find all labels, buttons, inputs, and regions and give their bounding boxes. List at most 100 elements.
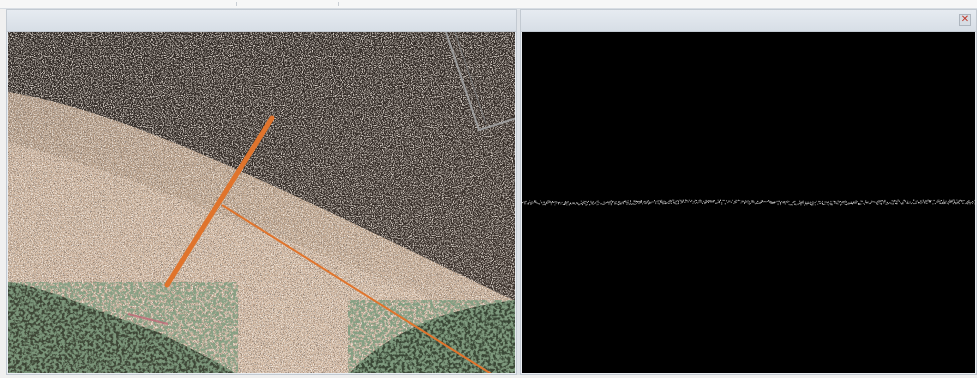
profile-point xyxy=(745,201,747,203)
profile-point xyxy=(924,202,925,204)
profile-point xyxy=(757,202,759,204)
profile-point xyxy=(954,199,955,201)
profile-point xyxy=(673,199,675,201)
profile-point xyxy=(576,202,577,204)
profile-point xyxy=(804,204,805,206)
profile-point xyxy=(685,199,687,201)
profile-point xyxy=(876,203,877,205)
profile-point xyxy=(751,201,753,203)
profile-point xyxy=(864,203,865,205)
profile-point xyxy=(633,200,635,202)
profile-point xyxy=(844,201,846,203)
profile-point xyxy=(970,202,972,203)
profile-point xyxy=(566,204,568,206)
profile-point xyxy=(603,203,605,205)
profile-point xyxy=(843,201,845,202)
profile-point xyxy=(783,201,785,203)
plan-view-canvas[interactable] xyxy=(8,32,515,373)
profile-point xyxy=(775,201,777,203)
profile-point xyxy=(567,201,569,203)
profile-point xyxy=(964,203,966,205)
profile-point xyxy=(568,204,570,206)
profile-point xyxy=(586,201,588,203)
profile-point xyxy=(802,200,804,202)
profile-point xyxy=(879,202,881,204)
profile-point xyxy=(694,202,696,204)
profile-point xyxy=(591,203,593,205)
profile-point xyxy=(705,201,707,203)
profile-point xyxy=(955,202,957,204)
profile-point xyxy=(612,201,613,203)
profile-point xyxy=(756,202,757,204)
profile-point xyxy=(844,200,846,202)
profile-point xyxy=(583,200,585,202)
profile-point xyxy=(584,201,586,203)
profile-point xyxy=(678,200,679,202)
profile-point xyxy=(531,202,533,204)
profile-point xyxy=(938,201,940,203)
profile-point xyxy=(589,204,591,205)
profile-point xyxy=(760,201,762,203)
plan-view-header[interactable] xyxy=(7,10,516,32)
profile-view-header[interactable]: ✕ xyxy=(521,10,976,32)
profile-point xyxy=(844,204,846,205)
profile-point xyxy=(655,201,657,203)
profile-point xyxy=(817,203,819,205)
profile-view-canvas[interactable] xyxy=(522,32,975,373)
profile-point xyxy=(630,201,631,203)
profile-point xyxy=(632,202,634,204)
profile-point xyxy=(878,200,880,202)
profile-point xyxy=(622,203,624,205)
profile-point xyxy=(810,203,811,205)
profile-point xyxy=(535,200,537,202)
profile-point xyxy=(890,203,892,205)
profile-point xyxy=(960,199,961,201)
profile-point xyxy=(660,200,661,202)
profile-point xyxy=(915,202,917,204)
profile-point xyxy=(904,200,906,202)
profile-point xyxy=(758,202,760,204)
profile-point xyxy=(699,201,701,203)
profile-point xyxy=(958,199,960,201)
profile-point xyxy=(926,202,928,204)
profile-point xyxy=(550,202,552,204)
profile-point xyxy=(709,200,711,202)
close-icon[interactable]: ✕ xyxy=(959,14,971,26)
profile-point xyxy=(676,203,678,205)
profile-point xyxy=(768,200,769,202)
profile-plot[interactable] xyxy=(522,32,975,373)
point-cloud-plan[interactable] xyxy=(8,32,515,373)
profile-point xyxy=(963,200,965,201)
profile-point xyxy=(826,201,828,203)
profile-point xyxy=(894,199,895,201)
profile-point xyxy=(704,202,706,204)
profile-point xyxy=(554,201,556,203)
profile-point xyxy=(828,204,829,206)
profile-point xyxy=(627,202,629,204)
profile-point xyxy=(754,203,756,205)
profile-point xyxy=(715,202,717,204)
profile-point xyxy=(876,201,877,203)
profile-point xyxy=(805,203,807,204)
profile-point xyxy=(609,201,611,202)
profile-point xyxy=(886,202,888,204)
profile-point xyxy=(934,203,936,205)
profile-point xyxy=(613,200,615,202)
profile-point xyxy=(925,202,927,204)
profile-point xyxy=(565,201,567,203)
profile-point xyxy=(788,201,790,202)
profile-point xyxy=(872,201,874,202)
profile-point xyxy=(782,202,784,204)
profile-point xyxy=(943,199,945,201)
profile-point xyxy=(914,203,916,205)
profile-point xyxy=(717,199,719,201)
profile-point xyxy=(860,200,862,202)
profile-point xyxy=(747,200,749,202)
profile-point xyxy=(922,199,924,201)
profile-point xyxy=(891,200,893,202)
profile-point xyxy=(688,199,690,201)
profile-point xyxy=(532,202,534,204)
profile-point xyxy=(814,201,816,203)
profile-point xyxy=(805,201,807,203)
profile-point xyxy=(853,202,855,204)
